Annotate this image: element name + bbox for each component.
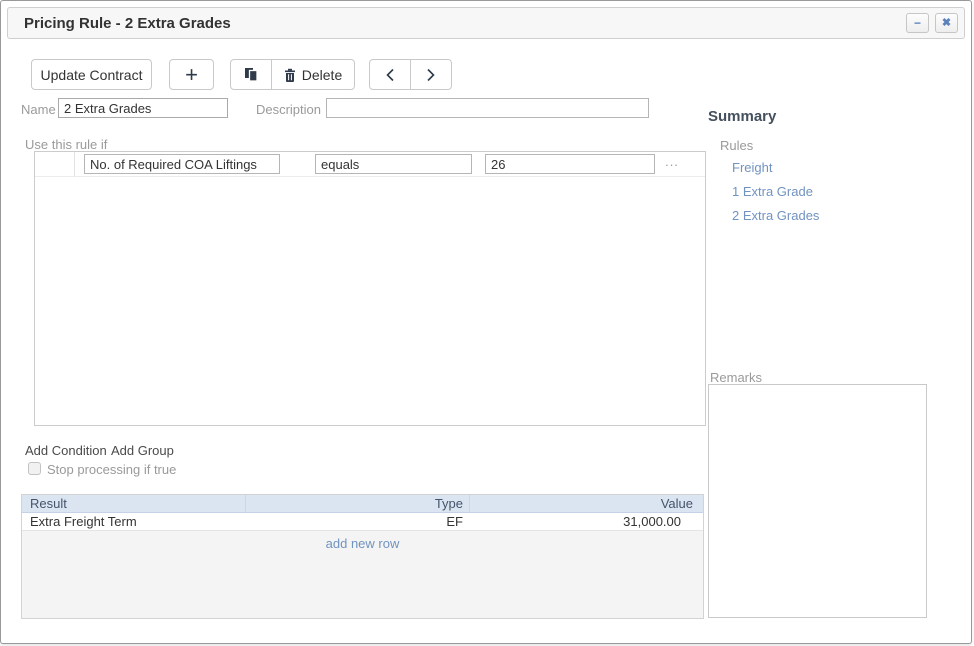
description-label: Description (241, 102, 321, 117)
results-table: Result Type Value Extra Freight Term EF … (21, 494, 704, 619)
summary-heading: Summary (708, 108, 776, 125)
title-bar: Pricing Rule - 2 Extra Grades − ✖ (7, 7, 965, 39)
chevron-left-icon (385, 68, 395, 82)
add-group-link[interactable]: Add Group (111, 443, 174, 458)
delete-button-label: Delete (302, 67, 342, 83)
condition-builder: ... (34, 151, 706, 426)
prev-next-button-group (369, 59, 452, 90)
close-button[interactable]: ✖ (935, 13, 958, 33)
condition-operator-input[interactable] (315, 154, 472, 174)
trash-icon (284, 68, 296, 82)
rule-link-1-extra-grade[interactable]: 1 Extra Grade (732, 184, 813, 199)
stop-processing-label: Stop processing if true (47, 462, 176, 477)
name-label: Name (21, 102, 55, 117)
type-cell[interactable]: EF (246, 513, 470, 530)
copy-delete-button-group: Delete (230, 59, 355, 90)
condition-field-input[interactable] (84, 154, 280, 174)
column-header-result[interactable]: Result (22, 495, 246, 512)
column-header-type[interactable]: Type (246, 495, 470, 512)
delete-button[interactable]: Delete (271, 60, 354, 89)
copy-button[interactable] (231, 60, 271, 89)
use-this-rule-if-label: Use this rule if (25, 137, 107, 152)
result-cell[interactable]: Extra Freight Term (22, 513, 246, 530)
condition-row: ... (35, 152, 705, 177)
chevron-right-icon (426, 68, 436, 82)
pricing-rule-window: Pricing Rule - 2 Extra Grades − ✖ Update… (0, 0, 972, 644)
next-rule-button[interactable] (410, 60, 451, 89)
condition-row-gutter[interactable] (35, 152, 75, 177)
previous-rule-button[interactable] (370, 60, 410, 89)
description-input[interactable] (326, 98, 649, 118)
results-table-header: Result Type Value (22, 495, 703, 513)
remarks-textarea[interactable] (708, 384, 927, 618)
stop-processing-checkbox[interactable] (28, 462, 41, 475)
add-rule-button[interactable]: + (169, 59, 214, 90)
column-header-value[interactable]: Value (470, 495, 703, 512)
rules-label: Rules (720, 138, 753, 153)
remarks-label: Remarks (710, 370, 762, 385)
name-input[interactable] (58, 98, 228, 118)
rule-link-freight[interactable]: Freight (732, 160, 772, 175)
table-row[interactable]: Extra Freight Term EF 31,000.00 (22, 513, 703, 531)
value-cell[interactable]: 31,000.00 (470, 513, 703, 530)
condition-value-input[interactable] (485, 154, 655, 174)
condition-more-button[interactable]: ... (657, 154, 687, 174)
plus-icon: + (185, 64, 198, 86)
copy-icon (244, 67, 258, 82)
window-title: Pricing Rule - 2 Extra Grades (24, 15, 906, 32)
add-condition-link[interactable]: Add Condition (25, 443, 107, 458)
add-new-row-link[interactable]: add new row (22, 536, 703, 551)
update-contract-button[interactable]: Update Contract (31, 59, 152, 90)
minimize-button[interactable]: − (906, 13, 929, 33)
rule-link-2-extra-grades[interactable]: 2 Extra Grades (732, 208, 819, 223)
